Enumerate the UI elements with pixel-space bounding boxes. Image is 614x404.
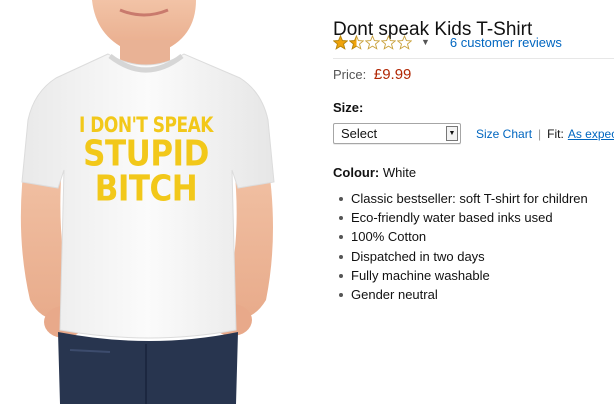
separator: | [538,126,542,141]
list-item: Eco-friendly water based inks used [333,208,588,227]
list-item: Fully machine washable [333,266,588,285]
product-details: Dont speak Kids T-Shirt ▼ 6 customer rev… [333,0,614,404]
print-line-3: BITCH [94,168,198,210]
fit-label: Fit: [547,126,564,141]
size-chart-link[interactable]: Size Chart [476,127,532,141]
fit-value-link[interactable]: As expected [568,127,614,141]
product-image[interactable]: I DON'T SPEAK STUPID BITCH [0,0,300,404]
list-item: 100% Cotton [333,227,588,246]
rating-row: ▼ 6 customer reviews [333,33,562,51]
price-row: Price: £9.99 [333,66,411,83]
select-arrow-icon[interactable]: ▼ [446,126,458,141]
colour-row: Colour: White [333,165,416,180]
colour-value: White [382,165,417,180]
chevron-down-icon[interactable]: ▼ [421,37,430,47]
star-icon [397,34,412,50]
size-row: Select ▼ Size Chart | Fit: As expected [333,123,614,144]
star-icon [333,34,348,50]
star-icon [365,34,380,50]
customer-reviews-link[interactable]: 6 customer reviews [450,35,562,50]
shirt-print-text: I DON'T SPEAK STUPID BITCH [78,115,214,210]
list-item: Dispatched in two days [333,247,588,266]
star-rating[interactable] [333,34,413,50]
price-label: Price: [333,67,367,82]
feature-bullets: Classic bestseller: soft T-shirt for chi… [333,189,588,304]
size-select[interactable]: Select ▼ [333,123,461,144]
size-select-value: Select [341,126,378,141]
list-item: Classic bestseller: soft T-shirt for chi… [333,189,588,208]
star-icon [349,34,364,50]
print-line-2: STUPID [83,133,209,175]
list-item: Gender neutral [333,285,588,304]
size-label: Size: [333,100,364,115]
price-value: £9.99 [373,66,412,83]
star-icon [381,34,396,50]
divider [333,58,614,59]
colour-label: Colour: [333,165,380,180]
